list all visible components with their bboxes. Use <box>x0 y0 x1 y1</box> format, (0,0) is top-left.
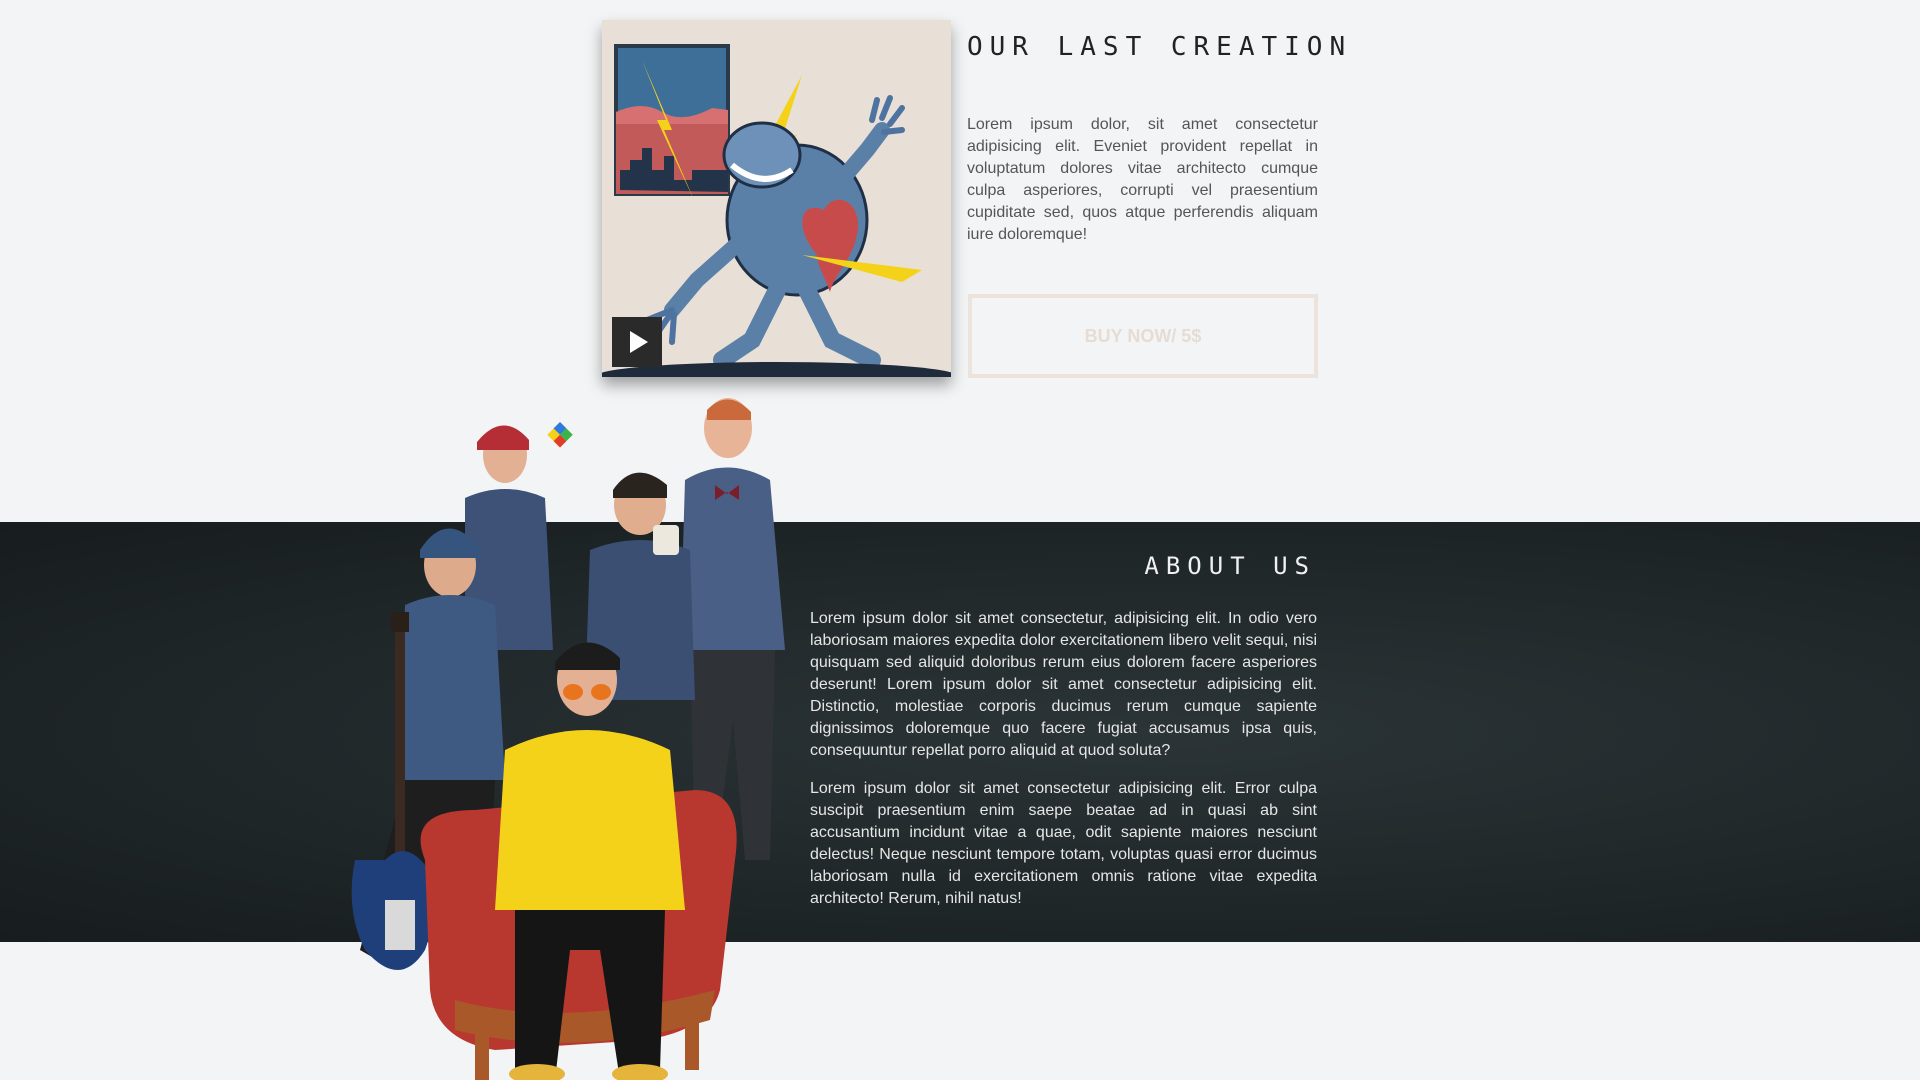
about-title: ABOUT US <box>1144 552 1316 580</box>
page: OUR LAST CREATION Lorem ipsum dolor, sit… <box>0 0 1920 1080</box>
play-icon[interactable] <box>612 317 662 367</box>
creation-title: OUR LAST CREATION <box>967 32 1353 62</box>
about-paragraph-1: Lorem ipsum dolor sit amet consectetur, … <box>810 610 1317 759</box>
about-paragraph-2: Lorem ipsum dolor sit amet consectetur a… <box>810 780 1317 907</box>
band-photo <box>351 398 785 1080</box>
rubik-cube-icon <box>547 422 573 448</box>
buy-now-button[interactable]: BUY NOW/ 5$ <box>968 294 1318 378</box>
album-cover[interactable] <box>602 20 951 377</box>
creation-description: Lorem ipsum dolor, sit amet consectetur … <box>967 116 1318 243</box>
